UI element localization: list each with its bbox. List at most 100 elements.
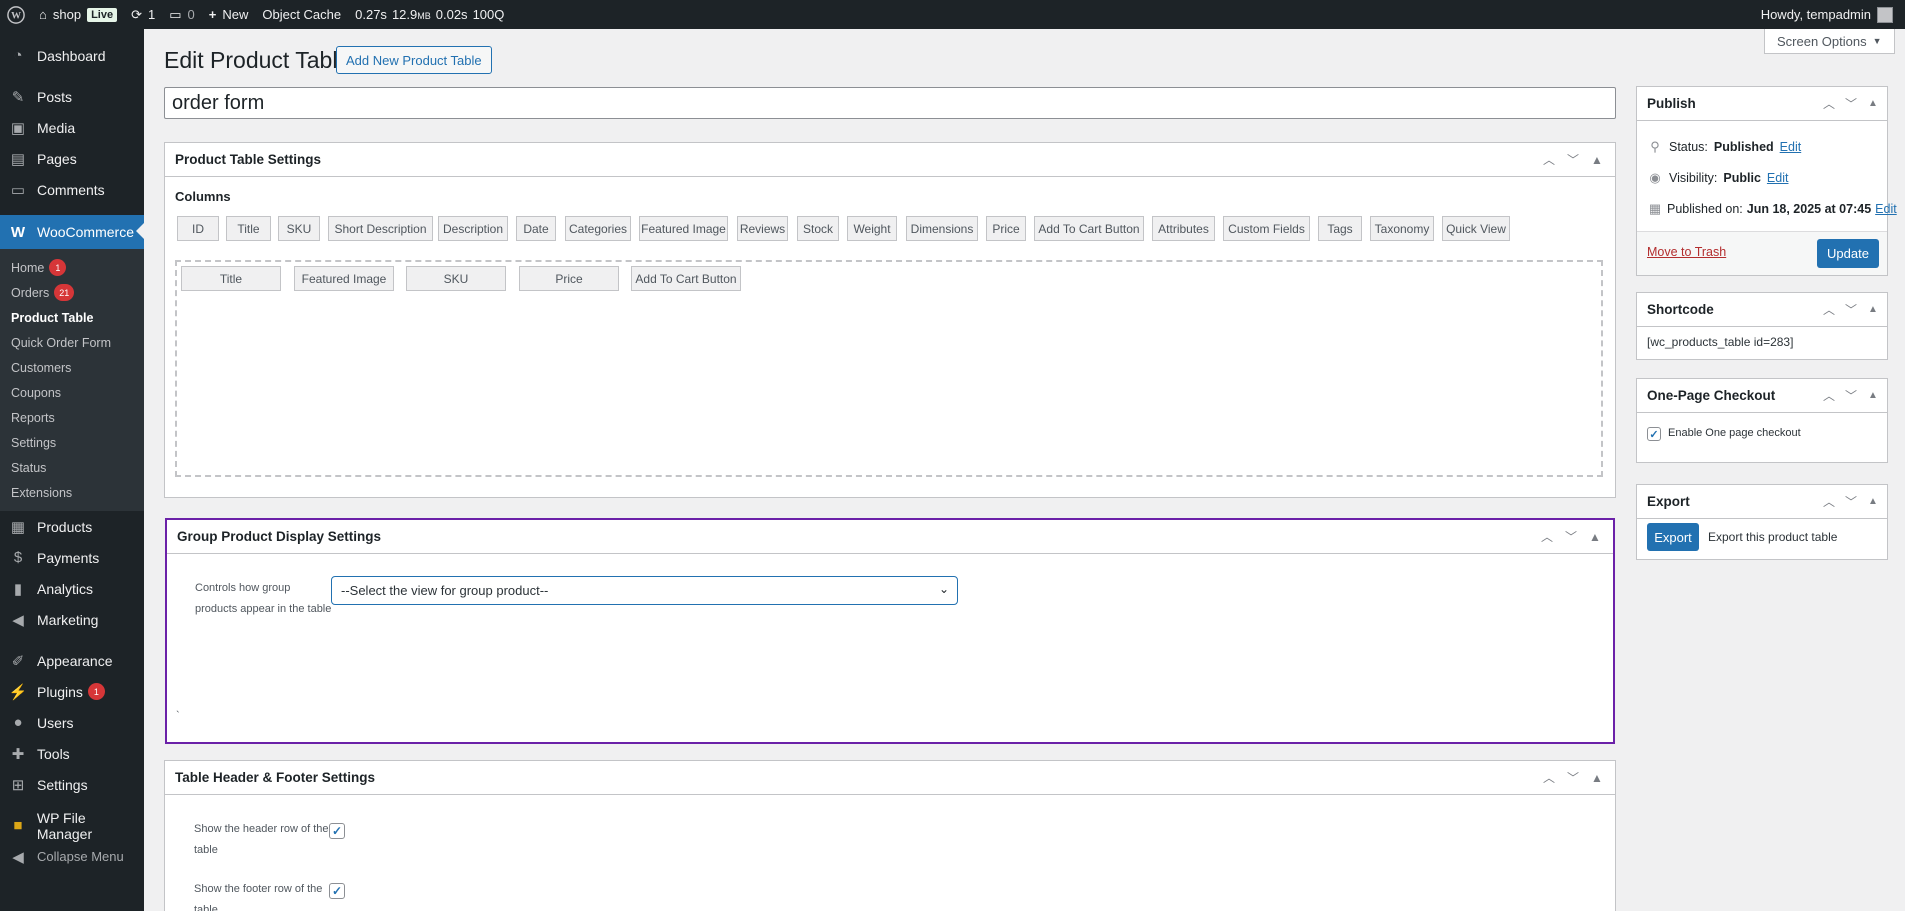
available-column-chip[interactable]: Dimensions [906,216,978,241]
menu-comments[interactable]: ▭ Comments [0,174,144,205]
submenu-coupons[interactable]: Coupons [0,380,144,405]
move-down-icon[interactable]: ﹀ [1563,151,1583,168]
move-down-icon[interactable]: ﹀ [1841,493,1861,510]
menu-posts[interactable]: ✎ Posts [0,81,144,112]
group-product-view-select[interactable]: --Select the view for group product-- ⌄ [331,576,958,605]
menu-wp-file-manager[interactable]: ■ WP File Manager [0,810,144,842]
toggle-panel-icon[interactable]: ▲ [1585,530,1605,544]
available-column-chip[interactable]: ID [177,216,219,241]
site-name-link[interactable]: ⌂ shop Live [32,0,124,29]
available-column-chip[interactable]: Reviews [737,216,788,241]
available-column-chip[interactable]: Tags [1318,216,1362,241]
menu-media[interactable]: ▣ Media [0,112,144,143]
selected-column-chip[interactable]: SKU [406,266,506,291]
available-column-chip[interactable]: Quick View [1442,216,1510,241]
submenu-home[interactable]: Home 1 [0,255,144,280]
move-down-icon[interactable]: ﹀ [1841,387,1861,404]
available-column-chip[interactable]: Date [516,216,556,241]
selected-column-chip[interactable]: Title [181,266,281,291]
submenu-quick-order-form[interactable]: Quick Order Form [0,330,144,355]
edit-status-link[interactable]: Edit [1780,140,1802,154]
move-up-icon[interactable]: ︿ [1819,493,1839,510]
submenu-status[interactable]: Status [0,455,144,480]
my-account-link[interactable]: Howdy, tempadmin [1761,6,1905,23]
wordpress-logo-icon[interactable]: W [0,0,32,29]
screen-options-button[interactable]: Screen Options ▼ [1764,29,1895,54]
submenu-reports[interactable]: Reports [0,405,144,430]
toggle-panel-icon[interactable]: ▲ [1587,153,1607,167]
add-new-product-table-button[interactable]: Add New Product Table [336,46,492,74]
update-button[interactable]: Update [1817,239,1879,268]
available-column-chip[interactable]: Short Description [328,216,433,241]
menu-payments[interactable]: $ Payments [0,542,144,573]
show-header-checkbox[interactable]: ✓ [329,823,345,839]
move-up-icon[interactable]: ︿ [1537,528,1557,545]
available-column-chip[interactable]: Stock [797,216,839,241]
available-column-chip[interactable]: Price [986,216,1026,241]
move-down-icon[interactable]: ﹀ [1841,95,1861,112]
edit-date-link[interactable]: Edit [1875,202,1897,216]
available-column-chip[interactable]: Custom Fields [1223,216,1310,241]
menu-products[interactable]: ▦ Products [0,511,144,542]
move-up-icon[interactable]: ︿ [1539,769,1559,786]
menu-appearance[interactable]: ✐ Appearance [0,645,144,676]
move-up-icon[interactable]: ︿ [1819,95,1839,112]
submenu-orders[interactable]: Orders 21 [0,280,144,305]
menu-plugins[interactable]: ⚡ Plugins 1 [0,676,144,707]
shortcode-value[interactable]: [wc_products_table id=283] [1647,335,1793,349]
menu-users[interactable]: ● Users [0,707,144,738]
post-title-input[interactable] [164,87,1616,119]
menu-woocommerce[interactable]: W WooCommerce [0,215,144,249]
submenu-settings[interactable]: Settings [0,430,144,455]
svg-text:W: W [11,10,21,21]
toggle-panel-icon[interactable]: ▲ [1863,390,1883,401]
move-down-icon[interactable]: ﹀ [1563,769,1583,786]
selected-column-chip[interactable]: Price [519,266,619,291]
new-content-link[interactable]: + New [202,0,256,29]
edit-visibility-link[interactable]: Edit [1767,171,1789,185]
publish-box: Publish ︿ ﹀ ▲ ⚲ Status: Published Edit ◉… [1636,86,1897,276]
available-column-chip[interactable]: Title [226,216,271,241]
menu-analytics[interactable]: ▮ Analytics [0,573,144,604]
available-column-chip[interactable]: Description [438,216,508,241]
show-footer-checkbox[interactable]: ✓ [329,883,345,899]
toggle-panel-icon[interactable]: ▲ [1863,496,1883,507]
selected-column-chip[interactable]: Featured Image [294,266,394,291]
object-cache-link[interactable]: Object Cache [255,0,348,29]
available-column-chip[interactable]: Categories [565,216,631,241]
move-up-icon[interactable]: ︿ [1819,301,1839,318]
move-down-icon[interactable]: ﹀ [1841,301,1861,318]
wrench-icon: ✚ [11,745,25,763]
toggle-panel-icon[interactable]: ▲ [1587,771,1607,785]
move-to-trash-link[interactable]: Move to Trash [1647,245,1726,259]
menu-settings[interactable]: ⊞ Settings [0,769,144,800]
dashboard-icon: ◔ [13,47,23,64]
enable-one-page-checkout-checkbox[interactable]: ✓ [1647,427,1661,441]
postbox-header: Export ︿ ﹀ ▲ [1637,485,1887,519]
submenu-extensions[interactable]: Extensions [0,480,144,505]
available-column-chip[interactable]: Weight [847,216,897,241]
menu-tools[interactable]: ✚ Tools [0,738,144,769]
available-column-chip[interactable]: Attributes [1152,216,1215,241]
updates-link[interactable]: ⟳ 1 [124,0,162,29]
collapse-menu-button[interactable]: ◀ Collapse Menu [0,841,144,872]
export-button[interactable]: Export [1647,523,1699,551]
available-column-chip[interactable]: Taxonomy [1370,216,1434,241]
available-column-chip[interactable]: SKU [278,216,320,241]
menu-pages[interactable]: ▤ Pages [0,143,144,174]
menu-marketing[interactable]: ◀ Marketing [0,604,144,635]
comments-link[interactable]: ▭ 0 [162,0,202,29]
selected-column-chip[interactable]: Add To Cart Button [631,266,741,291]
query-monitor-link[interactable]: 0.27s 12.9MB 0.02s 100Q [348,0,511,29]
submenu-customers[interactable]: Customers [0,355,144,380]
toggle-panel-icon[interactable]: ▲ [1863,304,1883,315]
toggle-panel-icon[interactable]: ▲ [1863,98,1883,109]
available-column-chip[interactable]: Featured Image [639,216,728,241]
submenu-product-table[interactable]: Product Table [0,305,144,330]
move-up-icon[interactable]: ︿ [1819,387,1839,404]
move-up-icon[interactable]: ︿ [1539,151,1559,168]
menu-dashboard[interactable]: ◔ Dashboard [0,40,144,71]
available-column-chip[interactable]: Add To Cart Button [1034,216,1144,241]
selected-columns-dropzone[interactable]: Title Featured Image SKU Price Add To Ca… [175,260,1603,477]
move-down-icon[interactable]: ﹀ [1561,528,1581,545]
